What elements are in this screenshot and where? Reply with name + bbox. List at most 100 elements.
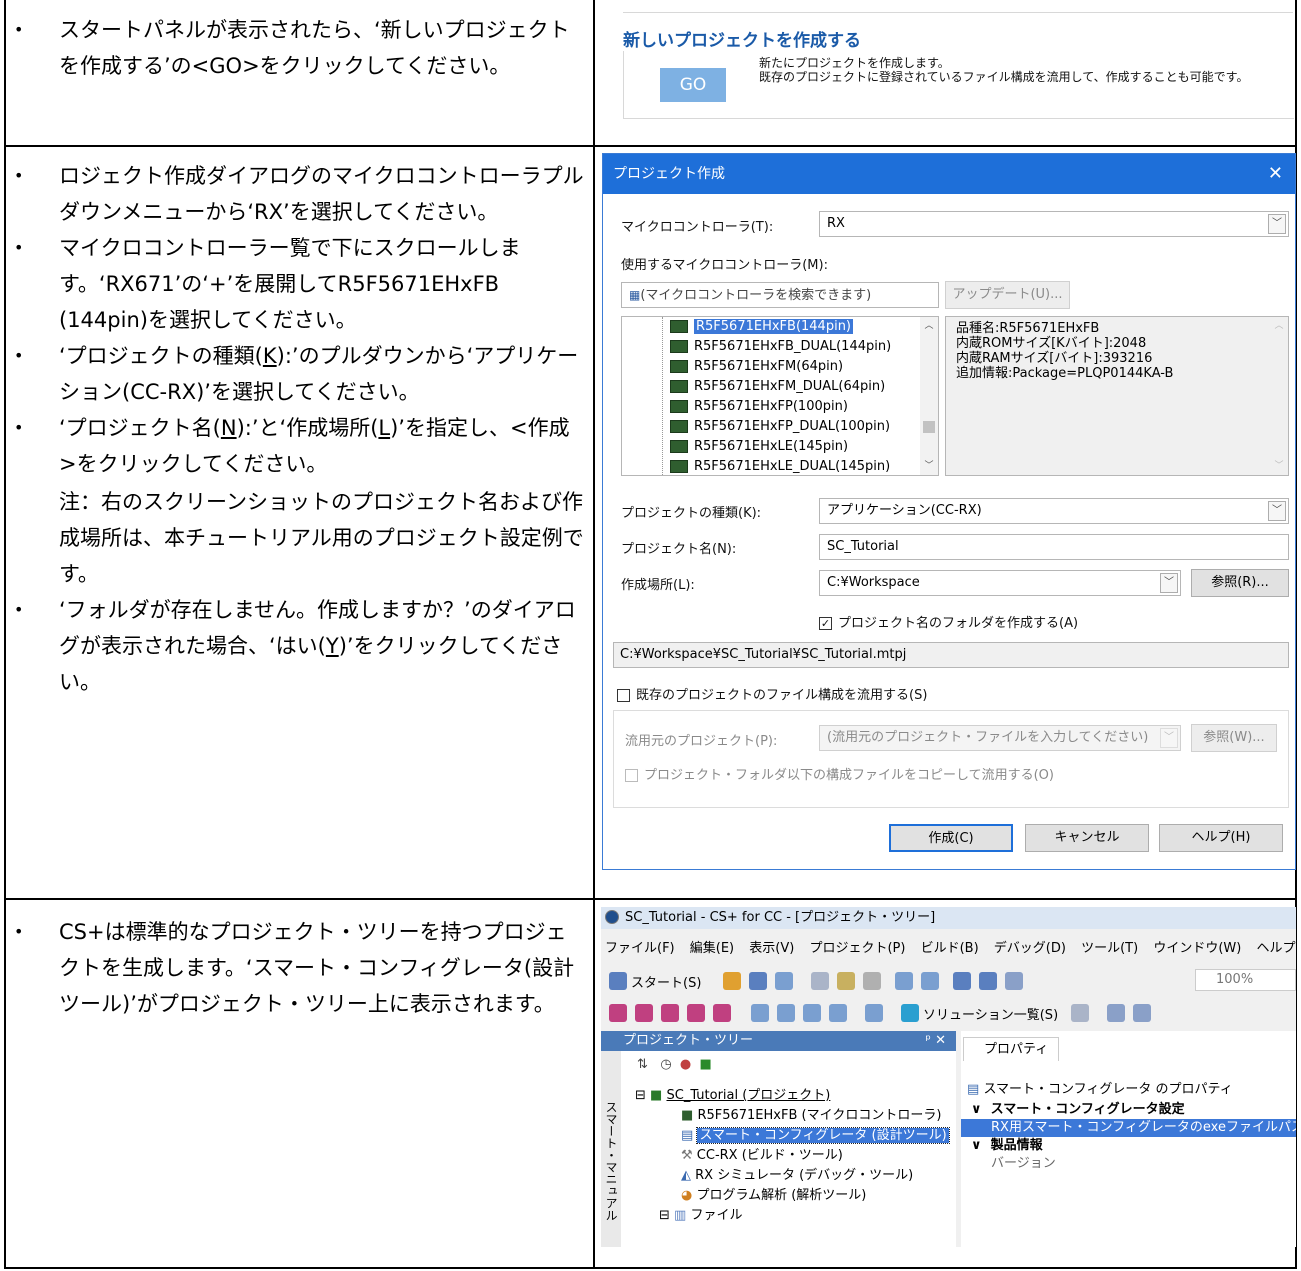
find-prev-icon[interactable]	[1005, 972, 1023, 990]
property-version[interactable]: バージョン	[961, 1155, 1296, 1173]
mcu-search-input[interactable]: ▦(マイクロコントローラを検索できます)	[621, 282, 939, 308]
stop-build-icon[interactable]	[713, 1004, 731, 1022]
menu-view[interactable]: 表示(V)	[749, 941, 794, 956]
view-icon[interactable]	[829, 1004, 847, 1022]
chip-icon	[670, 460, 688, 473]
cut-icon[interactable]	[811, 972, 829, 990]
mcu-item[interactable]: R5F5671EHxFP_DUAL(100pin)	[670, 417, 890, 437]
menu-debug[interactable]: デバッグ(D)	[994, 941, 1066, 956]
menu-project[interactable]: プロジェクト(P)	[809, 941, 905, 956]
folder-icon: ▥	[674, 1208, 687, 1223]
hammer-icon: ⚒	[681, 1148, 693, 1163]
row3-instructions: CS+は標準的なプロジェクト・ツリーを持つプロジェクトを生成します。‘スマート・…	[14, 914, 584, 1022]
pin-close-icon[interactable]: ᵖ ✕	[925, 1031, 946, 1051]
property-tab[interactable]: プロパティ	[963, 1037, 1059, 1061]
smart-manual-tab[interactable]: スマート・マニュアル	[601, 1051, 621, 1247]
menu-build[interactable]: ビルド(B)	[921, 941, 979, 956]
redo-icon[interactable]	[921, 972, 939, 990]
menu-file[interactable]: ファイル(F)	[605, 941, 675, 956]
start-icon[interactable]	[609, 972, 627, 990]
build-icon[interactable]	[609, 1004, 627, 1022]
chip-icon	[670, 420, 688, 433]
open-icon[interactable]	[723, 972, 741, 990]
property-category-2[interactable]: ∨ 製品情報	[961, 1137, 1296, 1155]
clean-icon[interactable]	[687, 1004, 705, 1022]
cancel-button[interactable]: キャンセル	[1025, 824, 1149, 852]
mcu-select[interactable]: RX ﹀	[819, 211, 1289, 237]
layout2-icon[interactable]	[1133, 1004, 1151, 1022]
row3-step: CS+は標準的なプロジェクト・ツリーを持つプロジェクトを生成します。‘スマート・…	[14, 914, 584, 1022]
go-button[interactable]: GO	[660, 68, 726, 102]
tree-project-node[interactable]: ⊟ ■ SC_Tutorial (プロジェクト)	[635, 1087, 830, 1105]
help-button[interactable]: ヘルプ(H)	[1159, 824, 1283, 852]
property-pane: プロパティ ▤ スマート・コンフィグレータ のプロパティ ∨ スマート・コンフィ…	[961, 1031, 1296, 1247]
tree-simulator-node[interactable]: ◭ RX シミュレータ (デバッグ・ツール)	[681, 1167, 913, 1185]
tree-smart-config-node[interactable]: ▤ スマート・コンフィグレータ (設計ツール)	[681, 1127, 950, 1145]
window-icon[interactable]	[751, 1004, 769, 1022]
project-type-select[interactable]: アプリケーション(CC-RX) ﹀	[819, 498, 1289, 524]
mcu-item[interactable]: R5F5671EHxFB(144pin)	[670, 317, 855, 337]
save-icon[interactable]	[749, 972, 767, 990]
mcu-item[interactable]: R5F5671EHxFM(64pin)	[670, 357, 843, 377]
property-category-1[interactable]: ∨ スマート・コンフィグレータ設定	[961, 1101, 1296, 1119]
tree-mcu-node[interactable]: ■ R5F5671EHxFB (マイクロコントローラ)	[681, 1107, 941, 1125]
rapid-build-icon[interactable]	[661, 1004, 679, 1022]
find-next-icon[interactable]	[979, 972, 997, 990]
create-folder-checkbox[interactable]: ✓ プロジェクト名のフォルダを作成する(A)	[819, 612, 1078, 631]
row1-instructions: スタートパネルが表示されたら、‘新しいプロジェクトを作成する’の<GO>をクリッ…	[14, 12, 584, 84]
mcu-item[interactable]: R5F5671EHxFM_DUAL(64pin)	[670, 377, 885, 397]
mcu-item[interactable]: R5F5671EHxLE_DUAL(145pin)	[670, 457, 890, 475]
panel-icon[interactable]	[777, 1004, 795, 1022]
panel-divider	[623, 12, 1293, 13]
solution-list-button[interactable]: ソリューション一覧(S)	[923, 1004, 1058, 1023]
reuse-checkbox[interactable]: 既存のプロジェクトのファイル構成を流用する(S)	[617, 684, 927, 703]
user-icon[interactable]: ●	[680, 1057, 691, 1072]
source-project-input[interactable]: (流用元のプロジェクト・ファイルを入力してください) ﹀	[819, 725, 1181, 751]
tool-icon[interactable]	[1071, 1004, 1089, 1022]
mcu-item[interactable]: R5F5671EHxFP(100pin)	[670, 397, 848, 417]
save-all-icon[interactable]	[775, 972, 793, 990]
menu-tool[interactable]: ツール(T)	[1081, 941, 1138, 956]
find-icon[interactable]	[953, 972, 971, 990]
tree-files-node[interactable]: ⊟ ▥ ファイル	[659, 1207, 743, 1225]
property-exe-path[interactable]: RX用スマート・コンフィグレータのexeファイルパス	[961, 1119, 1296, 1137]
clock-icon[interactable]: ◷	[660, 1057, 671, 1072]
create-button[interactable]: 作成(C)	[889, 824, 1013, 852]
restore-icon[interactable]	[865, 1004, 883, 1022]
project-name-input[interactable]: SC_Tutorial	[819, 534, 1289, 560]
menu-help[interactable]: ヘルプ(H)	[1256, 941, 1296, 956]
start-button[interactable]: スタート(S)	[631, 972, 701, 991]
copy-files-checkbox[interactable]: プロジェクト・フォルダ以下の構成ファイルをコピーして流用する(O)	[625, 764, 1054, 783]
browse2-button[interactable]: 参照(W)...	[1191, 724, 1277, 752]
refresh-icon[interactable]: ■	[700, 1057, 712, 1072]
mcu-tree[interactable]: R5F5671EHxFB(144pin) R5F5671EHxFB_DUAL(1…	[621, 316, 939, 476]
menu-window[interactable]: ウインドウ(W)	[1153, 941, 1241, 956]
rebuild-icon[interactable]	[635, 1004, 653, 1022]
info-scrollbar[interactable]: ︿ ﹀	[1270, 317, 1288, 475]
solution-icon[interactable]	[901, 1004, 919, 1022]
paste-icon[interactable]	[863, 972, 881, 990]
browse-button[interactable]: 参照(R)...	[1191, 569, 1289, 597]
chip-icon	[670, 380, 688, 393]
update-button[interactable]: アップデート(U)...	[945, 281, 1070, 309]
row2-step-5: ‘フォルダが存在しません。作成しますか？’のダイアログが表示された場合、‘はい(…	[14, 592, 584, 700]
new-project-title: 新しいプロジェクトを作成する	[623, 26, 867, 51]
close-icon[interactable]: ✕	[1268, 154, 1283, 194]
mcu-item[interactable]: R5F5671EHxLE(145pin)	[670, 437, 848, 457]
menu-edit[interactable]: 編集(E)	[690, 941, 734, 956]
output-icon[interactable]	[803, 1004, 821, 1022]
create-project-dialog: プロジェクト作成 ✕ マイクロコントローラ(T): RX ﹀ 使用するマイクロコン…	[602, 153, 1296, 870]
sort-icon[interactable]: ⇅	[637, 1057, 648, 1072]
zoom-select[interactable]: 100%	[1195, 969, 1296, 991]
copy-icon[interactable]	[837, 972, 855, 990]
tree-scrollbar[interactable]: ︿ ﹀	[920, 317, 938, 475]
tree-analysis-node[interactable]: ◕ プログラム解析 (解析ツール)	[681, 1187, 866, 1205]
undo-icon[interactable]	[895, 972, 913, 990]
mcu-item[interactable]: R5F5671EHxFB_DUAL(144pin)	[670, 337, 891, 357]
layout-icon[interactable]	[1107, 1004, 1125, 1022]
tree-ccrx-node[interactable]: ⚒ CC-RX (ビルド・ツール)	[681, 1147, 843, 1165]
mcu-label: マイクロコントローラ(T):	[621, 220, 774, 235]
location-input[interactable]: C:¥Workspace ﹀	[819, 570, 1181, 596]
menu-bar: ファイル(F) 編集(E) 表示(V) プロジェクト(P) ビルド(B) デバッ…	[601, 937, 1296, 961]
chevron-down-icon: ∨	[971, 1138, 982, 1153]
